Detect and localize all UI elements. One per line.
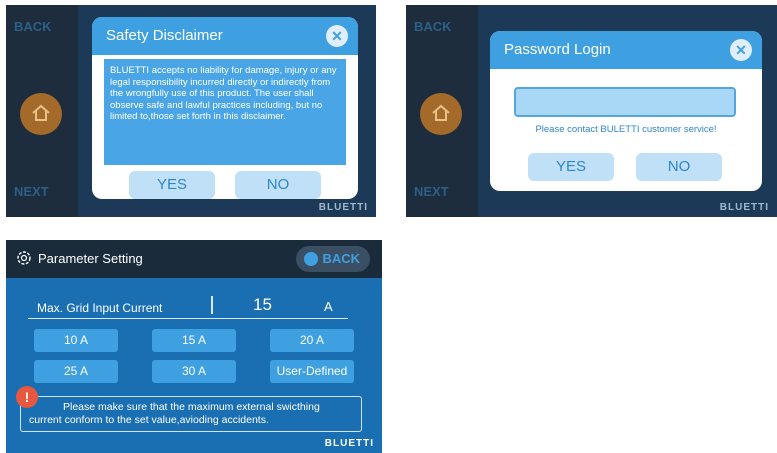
setting-label: Max. Grid Input Current (37, 301, 163, 315)
brand-logo: BLUETTI (719, 202, 769, 213)
option-10a[interactable]: 10 A (34, 329, 118, 352)
dialog-header: Password Login ✕ (490, 31, 762, 69)
warning-icon: ! (16, 386, 38, 408)
parameter-setting-screen: Parameter Setting BACK Max. Grid Input C… (6, 240, 382, 453)
background-back-button: BACK (14, 19, 52, 34)
warning-text-line2: current conform to the set value,aviodin… (29, 414, 269, 426)
back-button-label: BACK (322, 251, 360, 266)
password-hint: Please contact BULETTI customer service! (535, 124, 717, 135)
password-input[interactable] (514, 87, 736, 117)
disclaimer-text: BLUETTI accepts no liability for damage,… (104, 59, 346, 165)
dialog-header: Safety Disclaimer ✕ (92, 17, 358, 55)
screen-header: Parameter Setting BACK (6, 240, 382, 278)
password-login-dialog: Password Login ✕ Please contact BULETTI … (490, 31, 762, 191)
current-value: 15 (253, 295, 272, 314)
background-next-button: NEXT (14, 184, 49, 199)
background-next-button: NEXT (414, 184, 449, 199)
warning-box: Please make sure that the maximum extern… (20, 396, 362, 432)
yes-button[interactable]: YES (528, 153, 614, 181)
option-20a[interactable]: 20 A (270, 329, 354, 352)
underline (28, 318, 348, 319)
close-icon[interactable]: ✕ (730, 39, 752, 61)
safety-disclaimer-screen: BACK NEXT BLUETTI Safety Disclaimer ✕ BL… (6, 5, 376, 217)
close-icon[interactable]: ✕ (326, 25, 348, 47)
home-icon (420, 93, 462, 135)
option-30a[interactable]: 30 A (152, 360, 236, 383)
brand-logo: BLUETTI (324, 438, 374, 449)
option-user-defined[interactable]: User-Defined (270, 360, 354, 383)
background-back-button: BACK (414, 19, 452, 34)
divider (211, 296, 213, 314)
dialog-title: Safety Disclaimer (106, 27, 223, 44)
back-arrow-icon (304, 252, 318, 266)
home-icon (20, 93, 62, 135)
option-25a[interactable]: 25 A (34, 360, 118, 383)
dialog-title: Password Login (504, 41, 611, 58)
unit-label: A (324, 299, 333, 314)
option-15a[interactable]: 15 A (152, 329, 236, 352)
safety-disclaimer-dialog: Safety Disclaimer ✕ BLUETTI accepts no l… (92, 17, 358, 199)
back-button[interactable]: BACK (296, 246, 370, 272)
no-button[interactable]: NO (235, 171, 321, 199)
password-login-screen: BACK NEXT BLUETTI Password Login ✕ Pleas… (406, 5, 777, 217)
warning-text-line1: Please make sure that the maximum extern… (63, 401, 320, 413)
brand-logo: BLUETTI (318, 202, 368, 213)
yes-button[interactable]: YES (129, 171, 215, 199)
page-title: Parameter Setting (38, 251, 143, 266)
no-button[interactable]: NO (636, 153, 722, 181)
gear-icon (17, 251, 31, 265)
